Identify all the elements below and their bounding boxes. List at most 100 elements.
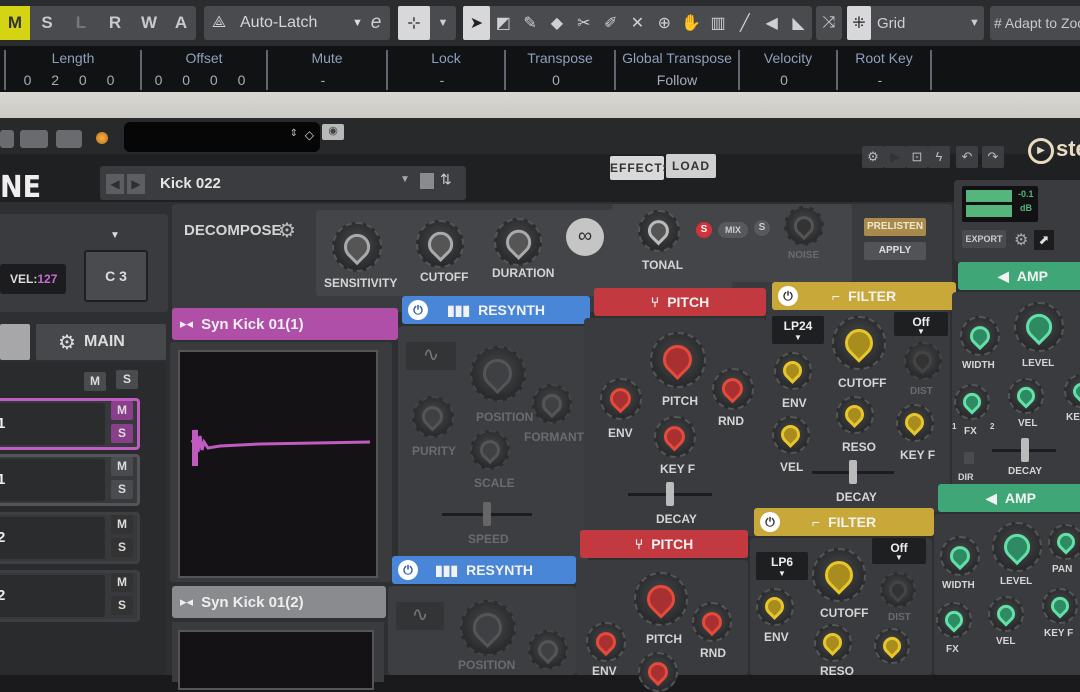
speaker-icon[interactable]: ◀ xyxy=(758,6,785,40)
tab-layers[interactable] xyxy=(0,324,30,360)
fx-knob[interactable] xyxy=(936,602,972,638)
reso-knob[interactable] xyxy=(836,396,874,434)
auto-scroll-icon[interactable]: ⤨ xyxy=(816,6,842,40)
chevron-down-icon[interactable]: ▼ xyxy=(352,17,363,29)
chevron-down-icon[interactable]: ▼ xyxy=(969,17,980,29)
snap-icon[interactable]: ⁜ xyxy=(847,6,871,40)
filter-keyf-knob[interactable] xyxy=(896,404,934,442)
comp-icon[interactable]: ▥ xyxy=(705,6,732,40)
filter-decay-slider[interactable] xyxy=(812,460,894,484)
scissors-icon[interactable]: ✂ xyxy=(570,6,597,40)
rnd-knob[interactable] xyxy=(692,602,732,642)
fx-knob[interactable] xyxy=(954,384,990,420)
amp-decay-slider[interactable] xyxy=(992,438,1056,462)
sensitivity-knob[interactable] xyxy=(332,222,382,272)
line-icon[interactable]: ╱ xyxy=(731,6,758,40)
automation-icon[interactable]: ⟁ xyxy=(204,6,234,40)
waveform-select[interactable]: ∿ xyxy=(406,342,456,370)
level-knob[interactable] xyxy=(1014,302,1064,352)
filter-env-knob[interactable] xyxy=(756,588,794,626)
reso-knob[interactable] xyxy=(814,624,852,662)
lightning-icon[interactable]: ϟ xyxy=(928,146,950,168)
prelisten-button[interactable]: PRELISTEN xyxy=(864,218,926,236)
duration-knob[interactable] xyxy=(494,218,542,266)
filter-env-knob[interactable] xyxy=(774,352,812,390)
pan-knob[interactable] xyxy=(1048,524,1080,560)
speed-slider[interactable] xyxy=(442,502,532,526)
mute-all-button[interactable]: M xyxy=(84,372,106,391)
amp-vel-knob[interactable] xyxy=(988,596,1024,632)
filter-vel-knob[interactable] xyxy=(772,416,810,454)
camera-icon[interactable]: ◉ xyxy=(322,124,344,140)
gear-icon[interactable]: ⚙ xyxy=(1014,230,1028,250)
layer-header-1[interactable]: ▸◂ Syn Kick 01(1) xyxy=(172,308,398,340)
layer-slot[interactable]: 1 M S xyxy=(0,398,140,450)
e-button[interactable]: e xyxy=(362,6,390,40)
layer-solo-button[interactable]: S xyxy=(111,480,133,499)
save-icon[interactable] xyxy=(420,173,434,189)
load-button[interactable]: LOAD xyxy=(666,154,716,178)
listen-button[interactable]: L xyxy=(64,6,98,40)
dist-knob[interactable] xyxy=(880,572,916,608)
tab-main[interactable]: ⚙ MAIN xyxy=(36,324,166,360)
amp-keyf-knob[interactable] xyxy=(1042,588,1078,624)
prev-preset-button[interactable]: ◀ xyxy=(106,174,124,194)
snap-type-select[interactable]: Grid xyxy=(871,15,969,32)
insert-mode-icon[interactable]: ⊹ xyxy=(398,6,430,40)
pitch-decay-slider[interactable] xyxy=(628,482,712,506)
waveform-display[interactable] xyxy=(178,630,374,690)
pitch-env-knob[interactable] xyxy=(586,622,626,662)
pitch-knob[interactable] xyxy=(634,572,688,626)
stepper-icon[interactable]: ⇕ xyxy=(290,128,298,139)
adapt-to-zoom-button[interactable]: # Adapt to Zoom xyxy=(990,6,1080,40)
tonal-knob[interactable] xyxy=(638,210,680,252)
effects-button[interactable]: EFFECTS xyxy=(610,156,671,180)
glue-icon[interactable]: ✐ xyxy=(597,6,624,40)
zoom-icon[interactable]: ⊕ xyxy=(651,6,678,40)
diamond-icon[interactable]: ◇ xyxy=(305,128,314,142)
power-icon[interactable]: ⏻ xyxy=(408,300,428,320)
waveform-select[interactable]: ∿ xyxy=(396,602,444,630)
mute-tool-icon[interactable]: ✕ xyxy=(624,6,651,40)
window-button[interactable] xyxy=(0,130,14,148)
window-button[interactable] xyxy=(20,130,48,148)
formant-knob[interactable] xyxy=(532,384,572,424)
undo-icon[interactable]: ↶ xyxy=(956,146,978,168)
pin-icon[interactable]: ⊡ xyxy=(906,146,928,168)
read-button[interactable]: R xyxy=(98,6,132,40)
position-knob[interactable] xyxy=(470,346,526,402)
width-knob[interactable] xyxy=(960,316,1000,356)
a-button[interactable]: A xyxy=(166,6,196,40)
info-lock[interactable]: Lock - xyxy=(386,50,504,90)
window-button[interactable] xyxy=(56,130,82,148)
pitch-keyf-knob[interactable] xyxy=(654,416,696,458)
info-offset[interactable]: Offset 0 0 0 0 xyxy=(140,50,266,90)
chevron-down-icon[interactable]: ▼ xyxy=(110,230,120,241)
gear-icon[interactable]: ⚙ xyxy=(862,146,884,168)
amp-key-knob[interactable] xyxy=(1064,374,1080,408)
layer-slot[interactable]: 1 M S xyxy=(0,454,140,506)
layer-solo-button[interactable]: S xyxy=(111,596,133,615)
filter-keyf-knob[interactable] xyxy=(874,628,910,664)
pencil-icon[interactable]: ✎ xyxy=(517,6,544,40)
dir-toggle[interactable] xyxy=(964,452,974,464)
rnd-knob[interactable] xyxy=(712,368,754,410)
layer-header-2[interactable]: ▸◂ Syn Kick 01(2) xyxy=(172,586,386,618)
info-length[interactable]: Length 0 2 0 0 xyxy=(4,50,140,90)
preset-field[interactable]: ⇕ ◇ xyxy=(124,122,320,152)
tonal-solo-button[interactable]: S xyxy=(696,222,712,238)
mix-button[interactable]: MIX xyxy=(718,222,748,238)
redo-icon[interactable]: ↷ xyxy=(982,146,1004,168)
eraser-icon[interactable]: ◆ xyxy=(544,6,571,40)
width-knob[interactable] xyxy=(940,536,980,576)
dist-mode-select[interactable]: Off ▼ xyxy=(894,312,948,336)
waveform-display[interactable] xyxy=(178,350,378,578)
solo-button[interactable]: S xyxy=(30,6,64,40)
layer-slot[interactable]: 2 M S xyxy=(0,570,140,622)
decompose-swap-icon[interactable]: ∞ xyxy=(566,218,604,256)
position-knob[interactable] xyxy=(460,600,516,656)
chevron-down-icon[interactable]: ▼ xyxy=(400,174,410,185)
info-velocity[interactable]: Velocity 0 xyxy=(738,50,836,90)
info-global-transpose[interactable]: Global Transpose Follow xyxy=(614,50,738,90)
apply-button[interactable]: APPLY xyxy=(864,242,926,260)
